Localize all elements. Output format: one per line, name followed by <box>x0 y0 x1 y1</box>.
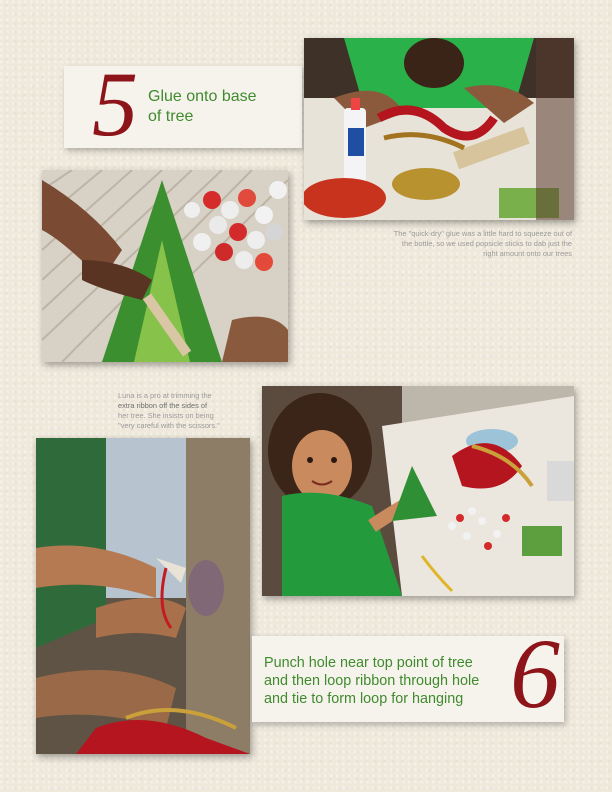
step-6-text-line1: Punch hole near top point of tree <box>264 655 473 671</box>
glue-caption-line1: The "quick-dry" glue was a little hard t… <box>393 229 572 238</box>
luna-caption-line1: Luna is a pro at trimming the <box>118 391 212 400</box>
glue-caption-line2: the bottle, so we used popsicle sticks t… <box>401 239 572 248</box>
glue-table-photo <box>304 38 574 220</box>
glue-caption: The "quick-dry" glue was a little hard t… <box>332 229 572 259</box>
step-5-text-line2: of tree <box>148 108 194 125</box>
buttons-tree-image <box>42 170 288 362</box>
luna-scissors-photo <box>262 386 574 596</box>
step-5-text-line1: Glue onto base <box>148 88 257 105</box>
step-5-number: 5 <box>92 53 138 155</box>
luna-caption-line4: "very careful with the scissors." <box>118 421 220 430</box>
luna-caption-line3: her tree. She insists on being <box>118 411 214 420</box>
ribbon-hands-image <box>36 438 250 754</box>
luna-scissors-image <box>262 386 574 596</box>
step-6-card: Punch hole near top point of tree and th… <box>252 624 564 724</box>
step-6-number: 6 <box>510 618 560 729</box>
glue-table-image <box>304 38 574 220</box>
ribbon-hands-photo <box>36 438 250 754</box>
step-6-text-line2: and then loop ribbon through hole <box>264 673 480 689</box>
step-6-text-line3: and tie to form loop for hanging <box>264 691 464 707</box>
buttons-tree-photo <box>42 170 288 362</box>
step-5-card: 5 Glue onto base of tree <box>64 58 302 150</box>
luna-caption: Luna is a pro at trimming the extra ribb… <box>118 391 258 431</box>
glue-caption-line3: right amount onto our trees <box>483 249 572 258</box>
luna-caption-line2: extra ribbon off the sides of <box>118 401 208 410</box>
